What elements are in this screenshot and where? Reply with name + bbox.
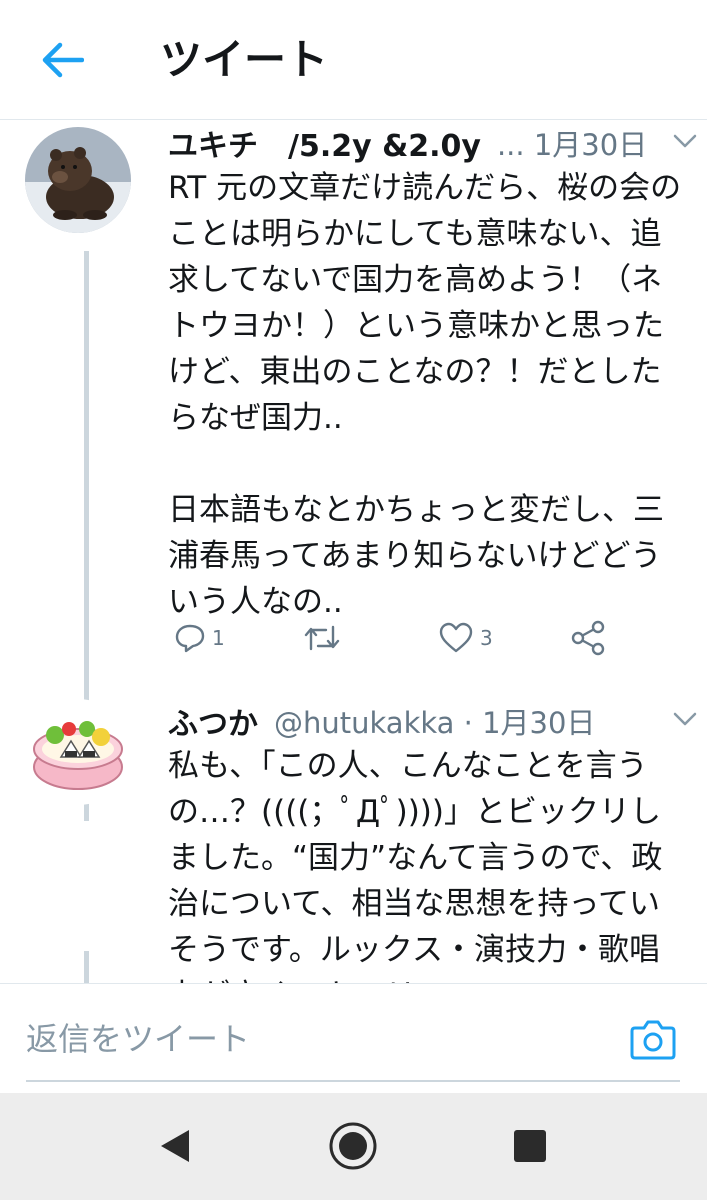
share-button[interactable] [570, 613, 606, 663]
page-title: ツイート [160, 35, 329, 84]
tweet-text: 私も、「この人、こんなことを言うの…？((((；ﾟДﾟ))))」とビックリしまし… [168, 748, 663, 983]
nav-recents-icon [514, 1130, 546, 1162]
tweet-header: ふつか @hutukakka · 1月30日 [168, 699, 687, 743]
tweet[interactable]: ユキチ /5.2y &2.0y ... 1月30日 RT 元の文章だけ読んだら、… [0, 121, 707, 681]
nav-home-button[interactable] [328, 1121, 378, 1171]
reply-button[interactable]: 1 [174, 613, 225, 663]
system-navigation-bar [0, 1093, 707, 1200]
like-count: 3 [480, 626, 493, 650]
display-name[interactable]: ユキチ /5.2y &2.0y [168, 121, 481, 165]
share-icon [571, 620, 605, 656]
avatar[interactable] [25, 699, 131, 805]
nav-home-icon [329, 1122, 377, 1170]
display-name[interactable]: ふつか [168, 699, 258, 743]
tweet-actions: 1 3 [168, 613, 688, 663]
chevron-down-icon[interactable] [671, 709, 699, 729]
chevron-down-icon[interactable] [671, 131, 699, 151]
nav-recents-button[interactable] [505, 1121, 555, 1171]
reply-composer-bar: 返信をツイート [0, 983, 707, 1093]
tweet-thread: ユキチ /5.2y &2.0y ... 1月30日 RT 元の文章だけ読んだら、… [0, 121, 707, 983]
like-button[interactable]: 3 [438, 613, 493, 663]
reply-icon [175, 624, 205, 653]
nav-back-icon [161, 1130, 189, 1162]
nav-back-button[interactable] [150, 1121, 200, 1171]
camera-icon[interactable] [630, 1018, 676, 1060]
back-arrow-icon [42, 42, 84, 78]
top-app-bar: ツイート [0, 0, 707, 120]
bento-avatar-image [25, 699, 131, 805]
avatar[interactable] [25, 127, 131, 233]
reply-count: 1 [212, 626, 225, 650]
back-button[interactable] [36, 36, 88, 84]
reply-input[interactable]: 返信をツイート [26, 984, 680, 1082]
tweet[interactable]: ふつか @hutukakka · 1月30日 私も、「この人、こんなことを言うの… [0, 699, 707, 983]
tweet-text: RT 元の文章だけ読んだら、桜の会のことは明らかにしても意味ない、追求してないで… [168, 170, 682, 620]
reply-placeholder: 返信をツイート [26, 1020, 251, 1058]
handle-and-date[interactable]: @hutukakka · 1月30日 [274, 700, 595, 742]
retweet-button[interactable] [302, 613, 342, 663]
bear-avatar-image [25, 127, 131, 233]
retweet-icon [304, 625, 340, 651]
handle-and-date[interactable]: ... 1月30日 [497, 122, 647, 164]
like-icon [439, 622, 473, 653]
tweet-header: ユキチ /5.2y &2.0y ... 1月30日 [168, 121, 687, 165]
